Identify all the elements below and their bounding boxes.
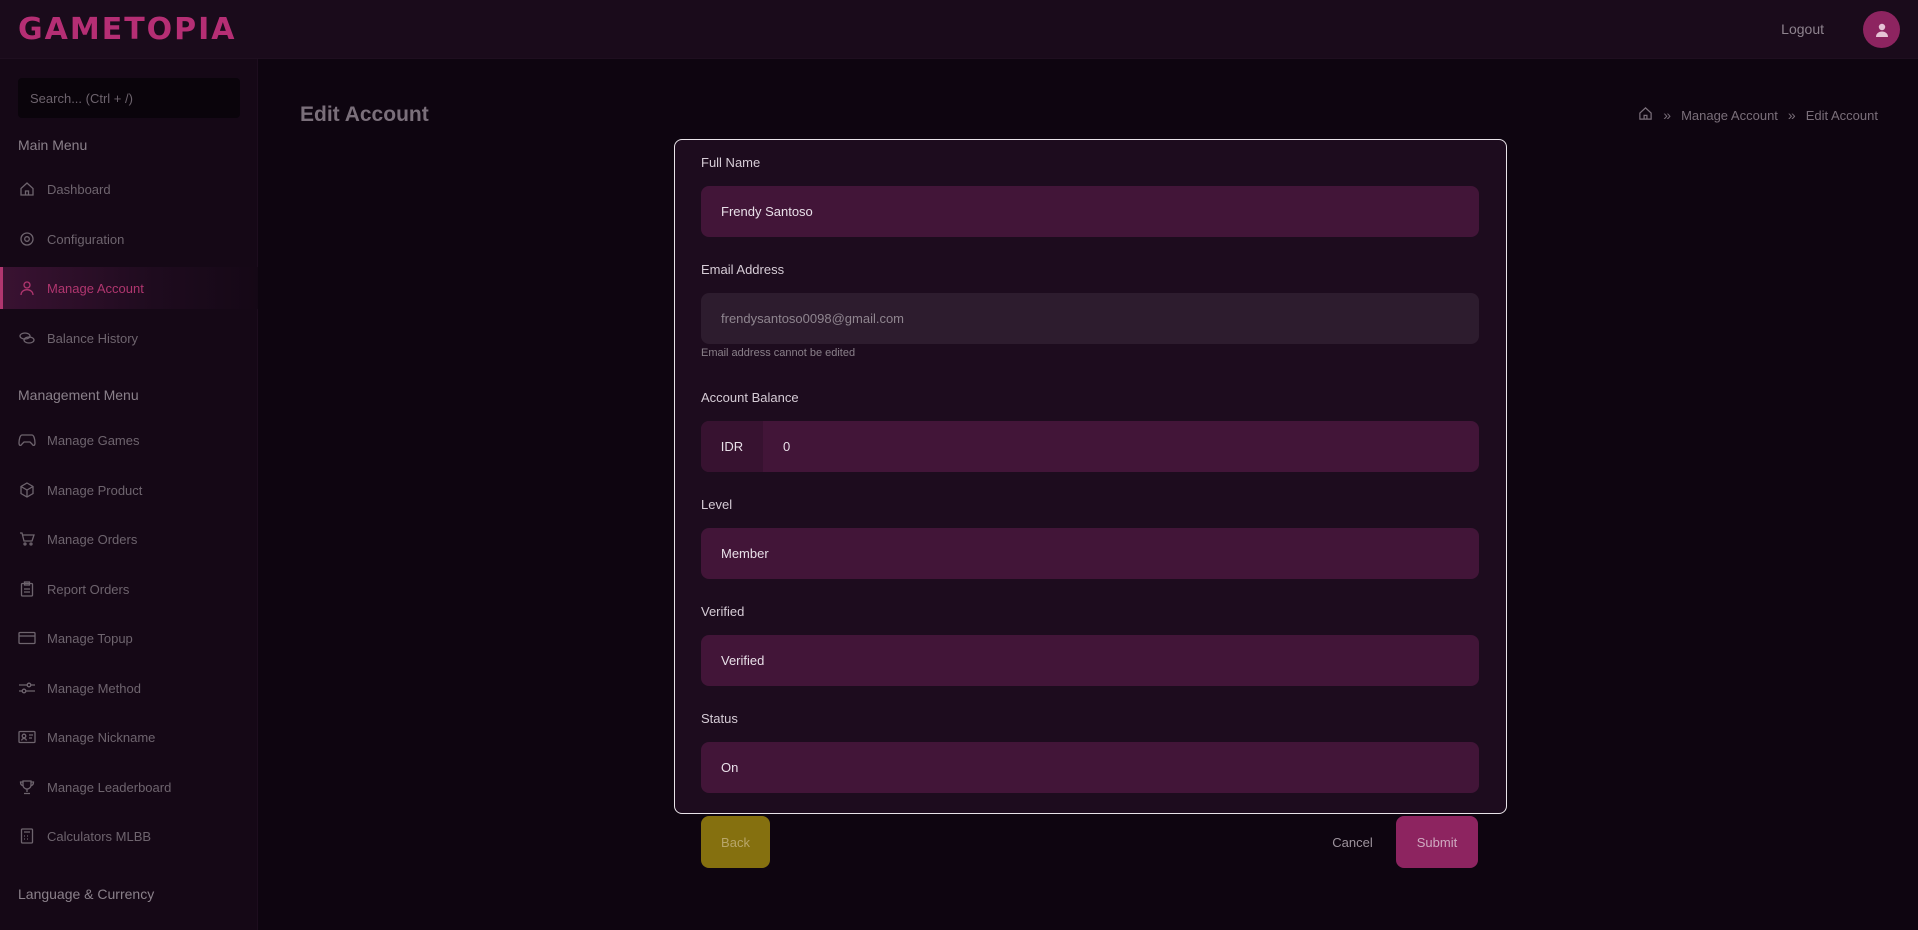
home-icon	[18, 180, 36, 198]
main-menu-title: Main Menu	[18, 137, 88, 153]
sidebar-item-manage-games[interactable]: Manage Games	[0, 419, 258, 461]
verified-label: Verified	[701, 604, 745, 619]
status-label: Status	[701, 711, 738, 726]
sidebar: Main Menu Dashboard Configuration Manage…	[0, 59, 258, 930]
verified-select[interactable]: Verified	[701, 635, 1479, 686]
cart-icon	[18, 530, 36, 548]
sidebar-item-calculators-mlbb[interactable]: Calculators MLBB	[0, 815, 258, 857]
sidebar-item-configuration[interactable]: Configuration	[0, 218, 258, 260]
sidebar-item-label: Manage Orders	[47, 531, 138, 547]
app-logo[interactable]: GAMETOPIA	[18, 12, 237, 47]
email-field: frendysantoso0098@gmail.com	[701, 293, 1479, 344]
edit-account-form: Full Name Frendy Santoso Email Address f…	[674, 139, 1507, 814]
chevrons-right-icon: »	[1663, 107, 1672, 123]
sidebar-item-label: Calculators MLBB	[47, 828, 152, 844]
sidebar-item-label: Balance History	[47, 330, 139, 346]
trophy-icon	[18, 778, 36, 796]
search-input[interactable]	[18, 78, 240, 118]
sidebar-item-label: Manage Topup	[47, 630, 133, 646]
card-icon	[18, 629, 36, 647]
account-balance-label: Account Balance	[701, 390, 799, 405]
submit-button[interactable]: Submit	[1396, 816, 1478, 868]
management-menu-title: Management Menu	[18, 387, 139, 403]
sidebar-item-label: Manage Nickname	[47, 729, 156, 745]
logout-link[interactable]: Logout	[1781, 21, 1824, 37]
verified-value: Verified	[721, 653, 765, 668]
box-icon	[18, 481, 36, 499]
sidebar-item-manage-nickname[interactable]: Manage Nickname	[0, 716, 258, 758]
level-select[interactable]: Member	[701, 528, 1479, 579]
clipboard-icon	[18, 580, 36, 598]
user-avatar-icon	[1875, 23, 1888, 37]
calculator-icon	[18, 827, 36, 845]
breadcrumb-manage-account[interactable]: Manage Account	[1681, 108, 1778, 123]
top-bar: GAMETOPIA Logout	[0, 0, 1918, 59]
sidebar-item-manage-product[interactable]: Manage Product	[0, 469, 258, 511]
gear-icon	[18, 230, 36, 248]
account-balance-value: 0	[783, 439, 791, 454]
sidebar-item-label: Manage Games	[47, 432, 140, 448]
sidebar-item-manage-account[interactable]: Manage Account	[0, 267, 258, 309]
sidebar-item-dashboard[interactable]: Dashboard	[0, 168, 258, 210]
sidebar-item-label: Manage Leaderboard	[47, 779, 172, 795]
page-title: Edit Account	[300, 103, 429, 126]
full-name-label: Full Name	[701, 155, 761, 170]
full-name-field[interactable]: Frendy Santoso	[701, 186, 1479, 237]
breadcrumb: » Manage Account » Edit Account	[1638, 106, 1878, 124]
coins-icon	[18, 329, 36, 347]
sliders-icon	[18, 679, 36, 697]
id-card-icon	[18, 728, 36, 746]
email-hint: Email address cannot be edited	[701, 347, 856, 359]
home-icon[interactable]	[1638, 106, 1653, 124]
sidebar-item-report-orders[interactable]: Report Orders	[0, 568, 258, 610]
email-value: frendysantoso0098@gmail.com	[721, 311, 905, 326]
email-label: Email Address	[701, 262, 785, 277]
sidebar-item-label: Manage Product	[47, 482, 143, 498]
gamepad-icon	[18, 431, 36, 449]
chevrons-right-icon: »	[1787, 107, 1796, 123]
sidebar-item-label: Manage Method	[47, 680, 141, 696]
avatar[interactable]	[1863, 11, 1900, 48]
sidebar-item-label: Dashboard	[47, 181, 111, 197]
sidebar-item-manage-method[interactable]: Manage Method	[0, 667, 258, 709]
level-label: Level	[701, 497, 733, 512]
back-button[interactable]: Back	[701, 816, 770, 868]
status-value: On	[721, 760, 739, 775]
account-balance-field[interactable]: IDR 0	[701, 421, 1479, 472]
sidebar-item-label: Configuration	[47, 231, 125, 247]
sidebar-item-balance-history[interactable]: Balance History	[0, 317, 258, 359]
sidebar-item-label: Manage Account	[47, 280, 144, 296]
breadcrumb-edit-account: Edit Account	[1805, 107, 1878, 123]
cancel-button[interactable]: Cancel	[1325, 816, 1380, 868]
status-select[interactable]: On	[701, 742, 1479, 793]
sidebar-item-label: Report Orders	[47, 581, 130, 597]
full-name-value: Frendy Santoso	[721, 204, 813, 219]
sidebar-item-manage-leaderboard[interactable]: Manage Leaderboard	[0, 766, 258, 808]
currency-addon: IDR	[701, 421, 763, 472]
language-currency-title: Language & Currency	[18, 886, 155, 902]
level-value: Member	[721, 546, 769, 561]
sidebar-item-manage-orders[interactable]: Manage Orders	[0, 518, 258, 560]
user-icon	[18, 279, 36, 297]
sidebar-item-manage-topup[interactable]: Manage Topup	[0, 617, 258, 659]
